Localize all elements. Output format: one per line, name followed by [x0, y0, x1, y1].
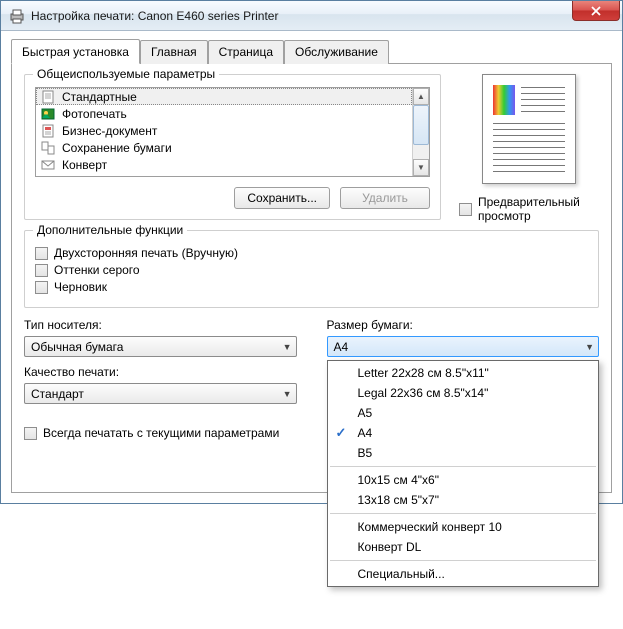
always-print-checkbox[interactable]: Всегда печатать с текущими параметрами: [24, 426, 279, 440]
dropdown-item[interactable]: A4✓: [328, 423, 599, 443]
dropdown-separator: [330, 560, 597, 561]
dropdown-item[interactable]: 10x15 см 4"x6": [328, 470, 599, 490]
preview-column: Предварительный просмотр: [459, 74, 599, 230]
preview-checkbox-label: Предварительный просмотр: [478, 195, 599, 223]
listbox-scrollbar[interactable]: ▲ ▼: [412, 88, 429, 176]
dropdown-separator: [330, 513, 597, 514]
extra-group-title: Дополнительные функции: [33, 223, 187, 237]
checkbox-label: Двухсторонняя печать (Вручную): [54, 246, 238, 260]
preset-label: Стандартные: [62, 90, 137, 104]
preset-item-business[interactable]: Бизнес-документ: [36, 122, 412, 139]
paper-size-dropdown: Letter 22x28 см 8.5"x11"Legal 22x36 см 8…: [327, 360, 600, 587]
save-preset-button[interactable]: Сохранить...: [234, 187, 330, 209]
combo-value: Обычная бумага: [31, 340, 123, 354]
tab-main[interactable]: Главная: [140, 40, 208, 64]
close-button[interactable]: [572, 1, 620, 21]
scroll-down-button[interactable]: ▼: [413, 159, 429, 176]
preset-label: Конверт: [62, 158, 107, 172]
presets-group-title: Общеиспользуемые параметры: [33, 67, 219, 81]
dialog-body: Быстрая установка Главная Страница Обслу…: [1, 31, 622, 503]
combo-value: A4: [334, 340, 349, 354]
tab-quick-setup[interactable]: Быстрая установка: [11, 39, 140, 64]
media-type-label: Тип носителя:: [24, 318, 297, 332]
media-type-combo[interactable]: Обычная бумага ▼: [24, 336, 297, 357]
dropdown-item[interactable]: Legal 22x36 см 8.5"x14": [328, 383, 599, 403]
checkbox-label: Всегда печатать с текущими параметрами: [43, 426, 279, 440]
draft-checkbox[interactable]: Черновик: [35, 280, 588, 294]
extra-group: Дополнительные функции Двухсторонняя печ…: [24, 230, 599, 308]
tab-service[interactable]: Обслуживание: [284, 40, 389, 64]
delete-preset-button[interactable]: Удалить: [340, 187, 430, 209]
preset-item-envelope[interactable]: Конверт: [36, 156, 412, 173]
preset-label: Фотопечать: [62, 107, 127, 121]
preset-label: Бизнес-документ: [62, 124, 157, 138]
tab-bar: Быстрая установка Главная Страница Обслу…: [11, 39, 612, 64]
chevron-down-icon: ▼: [585, 342, 594, 352]
paper-size-label: Размер бумаги:: [327, 318, 600, 332]
checkbox-icon: [24, 427, 37, 440]
dropdown-item[interactable]: Letter 22x28 см 8.5"x11": [328, 363, 599, 383]
dropdown-item[interactable]: Специальный...: [328, 564, 599, 584]
preset-item-paper-save[interactable]: Сохранение бумаги: [36, 139, 412, 156]
preview-thumbnail: [482, 74, 576, 184]
dropdown-item[interactable]: Коммерческий конверт 10: [328, 517, 599, 537]
checkbox-label: Оттенки серого: [54, 263, 140, 277]
dropdown-item[interactable]: Конверт DL: [328, 537, 599, 557]
preset-item-standard[interactable]: Стандартные: [36, 88, 412, 105]
duplex-checkbox[interactable]: Двухсторонняя печать (Вручную): [35, 246, 588, 260]
dropdown-separator: [330, 466, 597, 467]
scroll-up-button[interactable]: ▲: [413, 88, 429, 105]
dropdown-item[interactable]: B5: [328, 443, 599, 463]
scroll-thumb[interactable]: [413, 105, 429, 145]
close-icon: [591, 6, 601, 16]
preview-checkbox-row[interactable]: Предварительный просмотр: [459, 195, 599, 223]
check-icon: ✓: [336, 425, 347, 441]
photo-icon: [40, 106, 56, 122]
checkbox-icon: [459, 203, 472, 216]
envelope-icon: [40, 157, 56, 173]
printer-icon: [9, 8, 25, 24]
chevron-down-icon: ▼: [283, 389, 292, 399]
chevron-down-icon: ▼: [283, 342, 292, 352]
combo-value: Стандарт: [31, 387, 84, 401]
titlebar: Настройка печати: Canon E460 series Prin…: [1, 1, 622, 31]
dropdown-item[interactable]: A5: [328, 403, 599, 423]
tab-page[interactable]: Страница: [208, 40, 284, 64]
presets-group: Общеиспользуемые параметры Стандартные Ф…: [24, 74, 441, 220]
quality-combo[interactable]: Стандарт ▼: [24, 383, 297, 404]
window-title: Настройка печати: Canon E460 series Prin…: [31, 9, 278, 23]
preview-rainbow-icon: [493, 85, 515, 115]
print-settings-window: Настройка печати: Canon E460 series Prin…: [0, 0, 623, 504]
dropdown-item[interactable]: 13x18 см 5"x7": [328, 490, 599, 510]
tab-content: Общеиспользуемые параметры Стандартные Ф…: [11, 64, 612, 493]
paper-size-combo[interactable]: A4 ▼: [327, 336, 600, 357]
checkbox-icon: [35, 264, 48, 277]
doc-icon: [40, 89, 56, 105]
preset-label: Сохранение бумаги: [62, 141, 172, 155]
presets-listbox[interactable]: Стандартные Фотопечать Бизнес-документ: [35, 87, 430, 177]
checkbox-icon: [35, 281, 48, 294]
paper-save-icon: [40, 140, 56, 156]
checkbox-icon: [35, 247, 48, 260]
business-doc-icon: [40, 123, 56, 139]
quality-label: Качество печати:: [24, 365, 297, 379]
grayscale-checkbox[interactable]: Оттенки серого: [35, 263, 588, 277]
checkbox-label: Черновик: [54, 280, 107, 294]
preset-item-photo[interactable]: Фотопечать: [36, 105, 412, 122]
